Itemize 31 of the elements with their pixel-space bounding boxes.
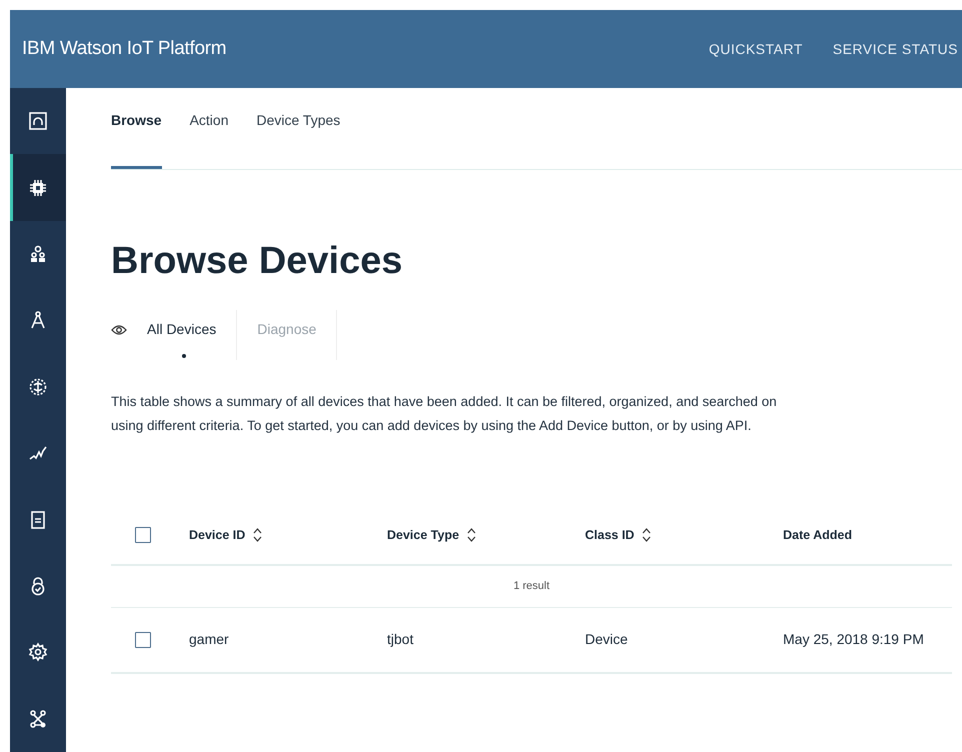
sort-icon[interactable] (642, 528, 652, 542)
column-header[interactable]: Class ID (585, 526, 634, 544)
column-header[interactable]: Date Added (783, 526, 852, 544)
table-cell: gamer (189, 631, 229, 647)
table-cell: tjbot (387, 631, 414, 647)
select-all-checkbox[interactable] (135, 527, 151, 543)
view-tab[interactable]: All Devices (127, 310, 238, 360)
table-cell: May 25, 2018 9:19 PM (783, 631, 924, 647)
tab[interactable]: Action (190, 110, 228, 169)
eye-icon (111, 324, 127, 336)
column-header[interactable]: Device Type (387, 526, 460, 544)
chip-icon (28, 178, 48, 198)
header-link[interactable]: QUICKSTART (708, 38, 803, 60)
document-icon (28, 510, 48, 530)
table-cell: Device (585, 631, 628, 647)
row-checkbox[interactable] (135, 632, 151, 648)
sort-icon[interactable] (467, 528, 476, 542)
people-icon (28, 244, 48, 264)
network-icon (28, 708, 48, 729)
result-count: 1 result (513, 579, 550, 594)
sidebar-button[interactable] (10, 154, 66, 221)
description-text: This table shows a summary of all devices that have been added. It can be filtered, organized, and searched on using different criteria. To get started, you can add devices by using the Add Device button, or by using API. (111, 393, 778, 435)
settings-icon (28, 642, 48, 662)
app-title: IBM Watson IoT Platform (22, 36, 226, 61)
tab[interactable]: Browse (111, 110, 162, 169)
tab[interactable]: Device Types (256, 110, 340, 169)
column-header[interactable]: Device ID (189, 526, 246, 544)
header-link[interactable]: SERVICE STATUS (832, 38, 958, 60)
page-heading: Browse Devices (111, 242, 404, 280)
dashboard-icon (28, 111, 48, 132)
sort-icon[interactable] (253, 528, 262, 542)
